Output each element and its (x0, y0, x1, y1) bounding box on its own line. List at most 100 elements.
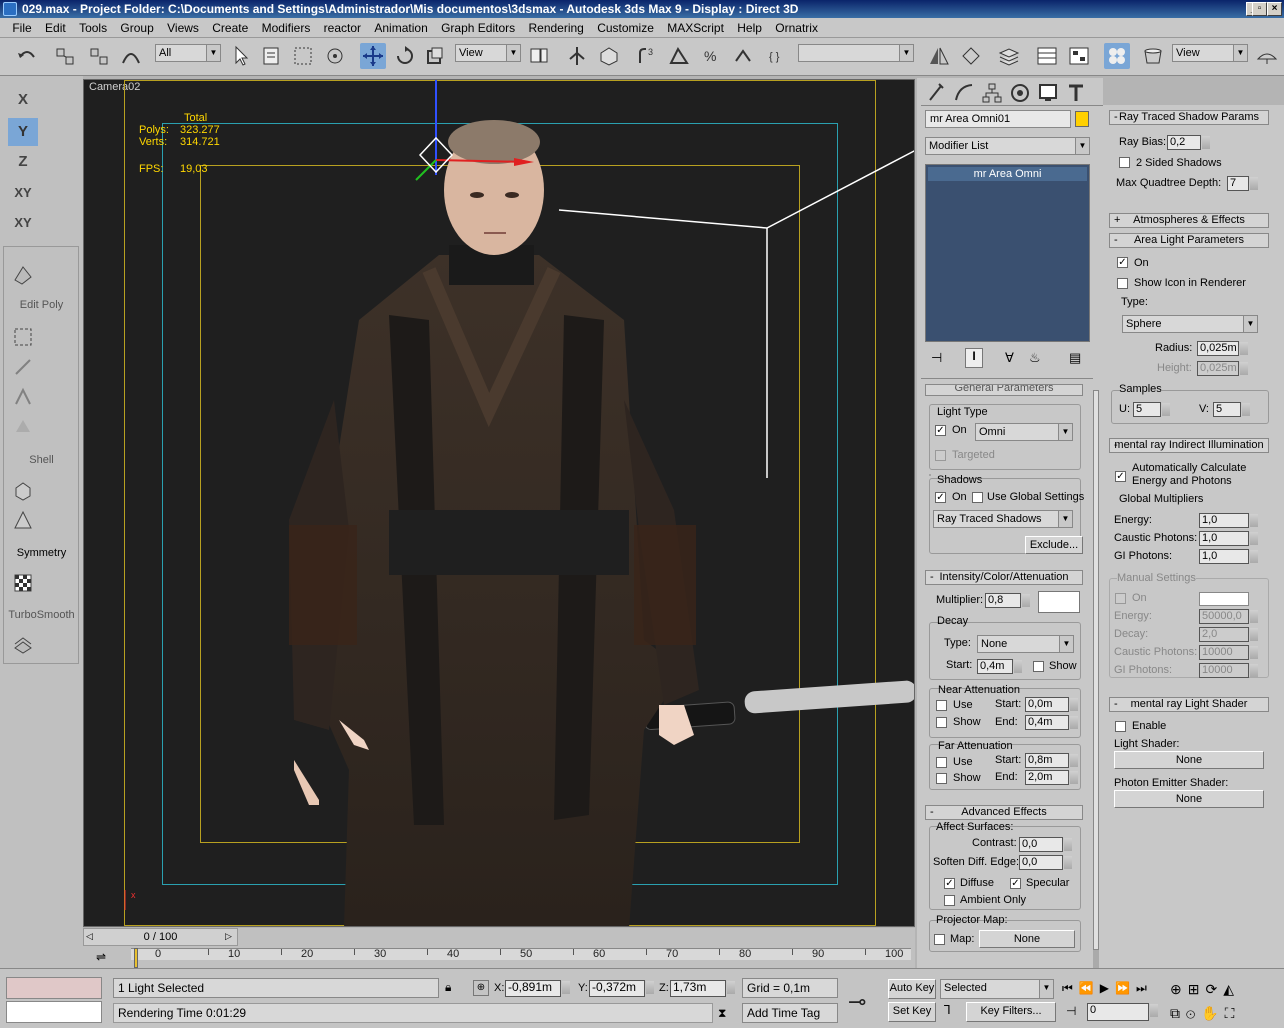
character-model[interactable]: x (84, 80, 915, 927)
y-coord-field[interactable]: -0,372m (589, 980, 654, 997)
ray-bias-spinner[interactable]: 0,2 (1167, 135, 1210, 150)
menu-edit[interactable]: Edit (40, 18, 71, 38)
near-use-checkbox[interactable] (936, 700, 947, 711)
axis-z-button[interactable]: Z (8, 148, 38, 176)
edge-icon[interactable] (8, 354, 38, 382)
show-icon-checkbox[interactable] (1117, 278, 1128, 289)
spinner-snap-icon[interactable] (730, 43, 756, 69)
lock-selection-icon[interactable]: 🔒︎ (445, 980, 451, 995)
slider-next-icon[interactable]: ▷ (225, 931, 232, 942)
far-use-checkbox[interactable] (936, 757, 947, 768)
manual-on-checkbox[interactable] (1115, 593, 1126, 604)
mirror-icon[interactable] (926, 43, 952, 69)
region-select-icon[interactable] (290, 43, 316, 69)
vertex-icon[interactable] (8, 324, 38, 352)
near-start-spinner[interactable]: 0,0m (1025, 697, 1078, 712)
maximize-viewport-icon[interactable]: ⛶ (1225, 1005, 1241, 1021)
window-crossing-icon[interactable] (322, 43, 348, 69)
reference-coordinate-dropdown[interactable]: View ▼ (455, 44, 521, 62)
maxscript-input[interactable] (6, 1001, 102, 1023)
shell-icon[interactable] (8, 478, 38, 506)
contrast-spinner[interactable]: 0,0 (1019, 837, 1072, 852)
named-selection-dropdown[interactable]: ▼ (798, 44, 914, 62)
menu-graph-editors[interactable]: Graph Editors (436, 18, 520, 38)
render-view-dropdown[interactable]: View ▼ (1172, 44, 1248, 62)
gizmo-y-axis[interactable] (415, 159, 437, 181)
menu-customize[interactable]: Customize (592, 18, 659, 38)
menu-help[interactable]: Help (732, 18, 767, 38)
selection-filter-dropdown[interactable]: All ▼ (155, 44, 221, 62)
time-slider[interactable]: ◁ 0 / 100 ▷ (83, 928, 238, 946)
snap-toggle-icon[interactable]: 3 (634, 43, 660, 69)
time-config-icon[interactable]: ⧉ (1170, 1005, 1186, 1021)
menu-group[interactable]: Group (115, 18, 158, 38)
remove-modifier-icon[interactable]: ♨ (1029, 350, 1041, 366)
caustic-photons-spinner[interactable]: 1,0 (1199, 531, 1258, 546)
indirect-illumination-header[interactable]: - mental ray Indirect Illumination (1109, 438, 1269, 453)
layer-manager-icon[interactable] (996, 43, 1022, 69)
app-icon[interactable] (3, 2, 17, 16)
track-bar[interactable]: 0 10 20 30 40 50 60 70 80 90 100 (131, 948, 911, 960)
transform-mode-icon[interactable]: ⊕ (473, 980, 489, 996)
curve-editor-icon[interactable] (1034, 43, 1060, 69)
shader-enable-checkbox[interactable] (1115, 721, 1126, 732)
modifier-stack[interactable]: mr Area Omni (925, 164, 1090, 342)
edit-poly-icon[interactable] (8, 262, 38, 290)
make-unique-icon[interactable]: ∀ (1005, 350, 1014, 366)
percent-snap-icon[interactable]: % (698, 43, 724, 69)
turbosmooth-icon[interactable] (8, 632, 38, 660)
height-spinner[interactable]: 0,025m (1197, 361, 1248, 376)
next-frame-icon[interactable]: ⏩ (1115, 981, 1136, 995)
pan-icon[interactable]: ✋ (1201, 1005, 1224, 1021)
restore-button[interactable]: ▫ (1252, 2, 1267, 16)
far-show-checkbox[interactable] (936, 773, 947, 784)
prev-frame-icon[interactable]: ⏪ (1079, 981, 1100, 995)
modify-tab-icon[interactable] (951, 80, 977, 106)
menu-file[interactable]: File (7, 18, 36, 38)
create-tab-icon[interactable] (923, 80, 949, 106)
schematic-view-icon[interactable] (1066, 43, 1092, 69)
samples-u-spinner[interactable]: 5 (1133, 402, 1170, 417)
key-tangent-icon[interactable]: ⅂ (944, 1003, 951, 1017)
projector-map-checkbox[interactable] (934, 934, 945, 945)
axis-y-button[interactable]: Y (8, 118, 38, 146)
goto-end-icon[interactable]: ⏭ (1136, 981, 1153, 995)
motion-tab-icon[interactable] (1007, 80, 1033, 106)
utilities-tab-icon[interactable] (1063, 80, 1089, 106)
light-shader-header[interactable]: - mental ray Light Shader (1109, 697, 1269, 712)
camera-viewport[interactable]: Camera02 Total Polys: 323.277 Verts: 314.7… (83, 79, 915, 927)
display-tab-icon[interactable] (1035, 80, 1061, 106)
diffuse-checkbox[interactable]: ✓ (944, 878, 955, 889)
object-name-field[interactable]: mr Area Omni01 (925, 110, 1071, 128)
undo-icon[interactable] (14, 43, 40, 69)
unlink-icon[interactable] (86, 43, 112, 69)
quick-render-icon[interactable] (1254, 43, 1280, 69)
orbit-icon[interactable]: ⟳ (1205, 981, 1223, 997)
time-marker[interactable] (134, 948, 138, 968)
move-icon[interactable] (360, 43, 386, 69)
far-end-spinner[interactable]: 2,0m (1025, 770, 1078, 785)
pin-stack-icon[interactable]: ⊣ (931, 350, 942, 366)
near-show-checkbox[interactable] (936, 717, 947, 728)
axis-xy-cycle-button[interactable]: XY (8, 209, 38, 237)
border-icon[interactable] (8, 384, 38, 412)
menu-ornatrix[interactable]: Ornatrix (770, 18, 823, 38)
samples-v-spinner[interactable]: 5 (1213, 402, 1250, 417)
light-color-swatch[interactable] (1038, 591, 1080, 613)
radius-spinner[interactable]: 0,025m (1197, 341, 1248, 356)
rotate-icon[interactable] (392, 43, 418, 69)
two-sided-checkbox[interactable] (1119, 157, 1130, 168)
time-tag-icon[interactable]: ⧗ (718, 1006, 726, 1021)
advanced-effects-header[interactable]: - Advanced Effects (925, 805, 1083, 820)
manual-gi-spinner[interactable]: 10000 (1199, 663, 1258, 678)
area-type-dropdown[interactable]: Sphere ▼ (1122, 315, 1258, 333)
auto-key-button[interactable]: Auto Key (888, 979, 936, 999)
atmospheres-header[interactable]: + Atmospheres & Effects (1109, 213, 1269, 228)
menu-reactor[interactable]: reactor (319, 18, 366, 38)
align-icon[interactable] (958, 43, 984, 69)
edit-named-selections-icon[interactable]: { } (766, 43, 792, 69)
set-key-button[interactable]: Set Key (888, 1002, 936, 1022)
x-coord-field[interactable]: -0,891m (505, 980, 570, 997)
manual-decay-spinner[interactable]: 2,0 (1199, 627, 1258, 642)
manual-energy-spinner[interactable]: 50000,0 (1199, 609, 1258, 624)
